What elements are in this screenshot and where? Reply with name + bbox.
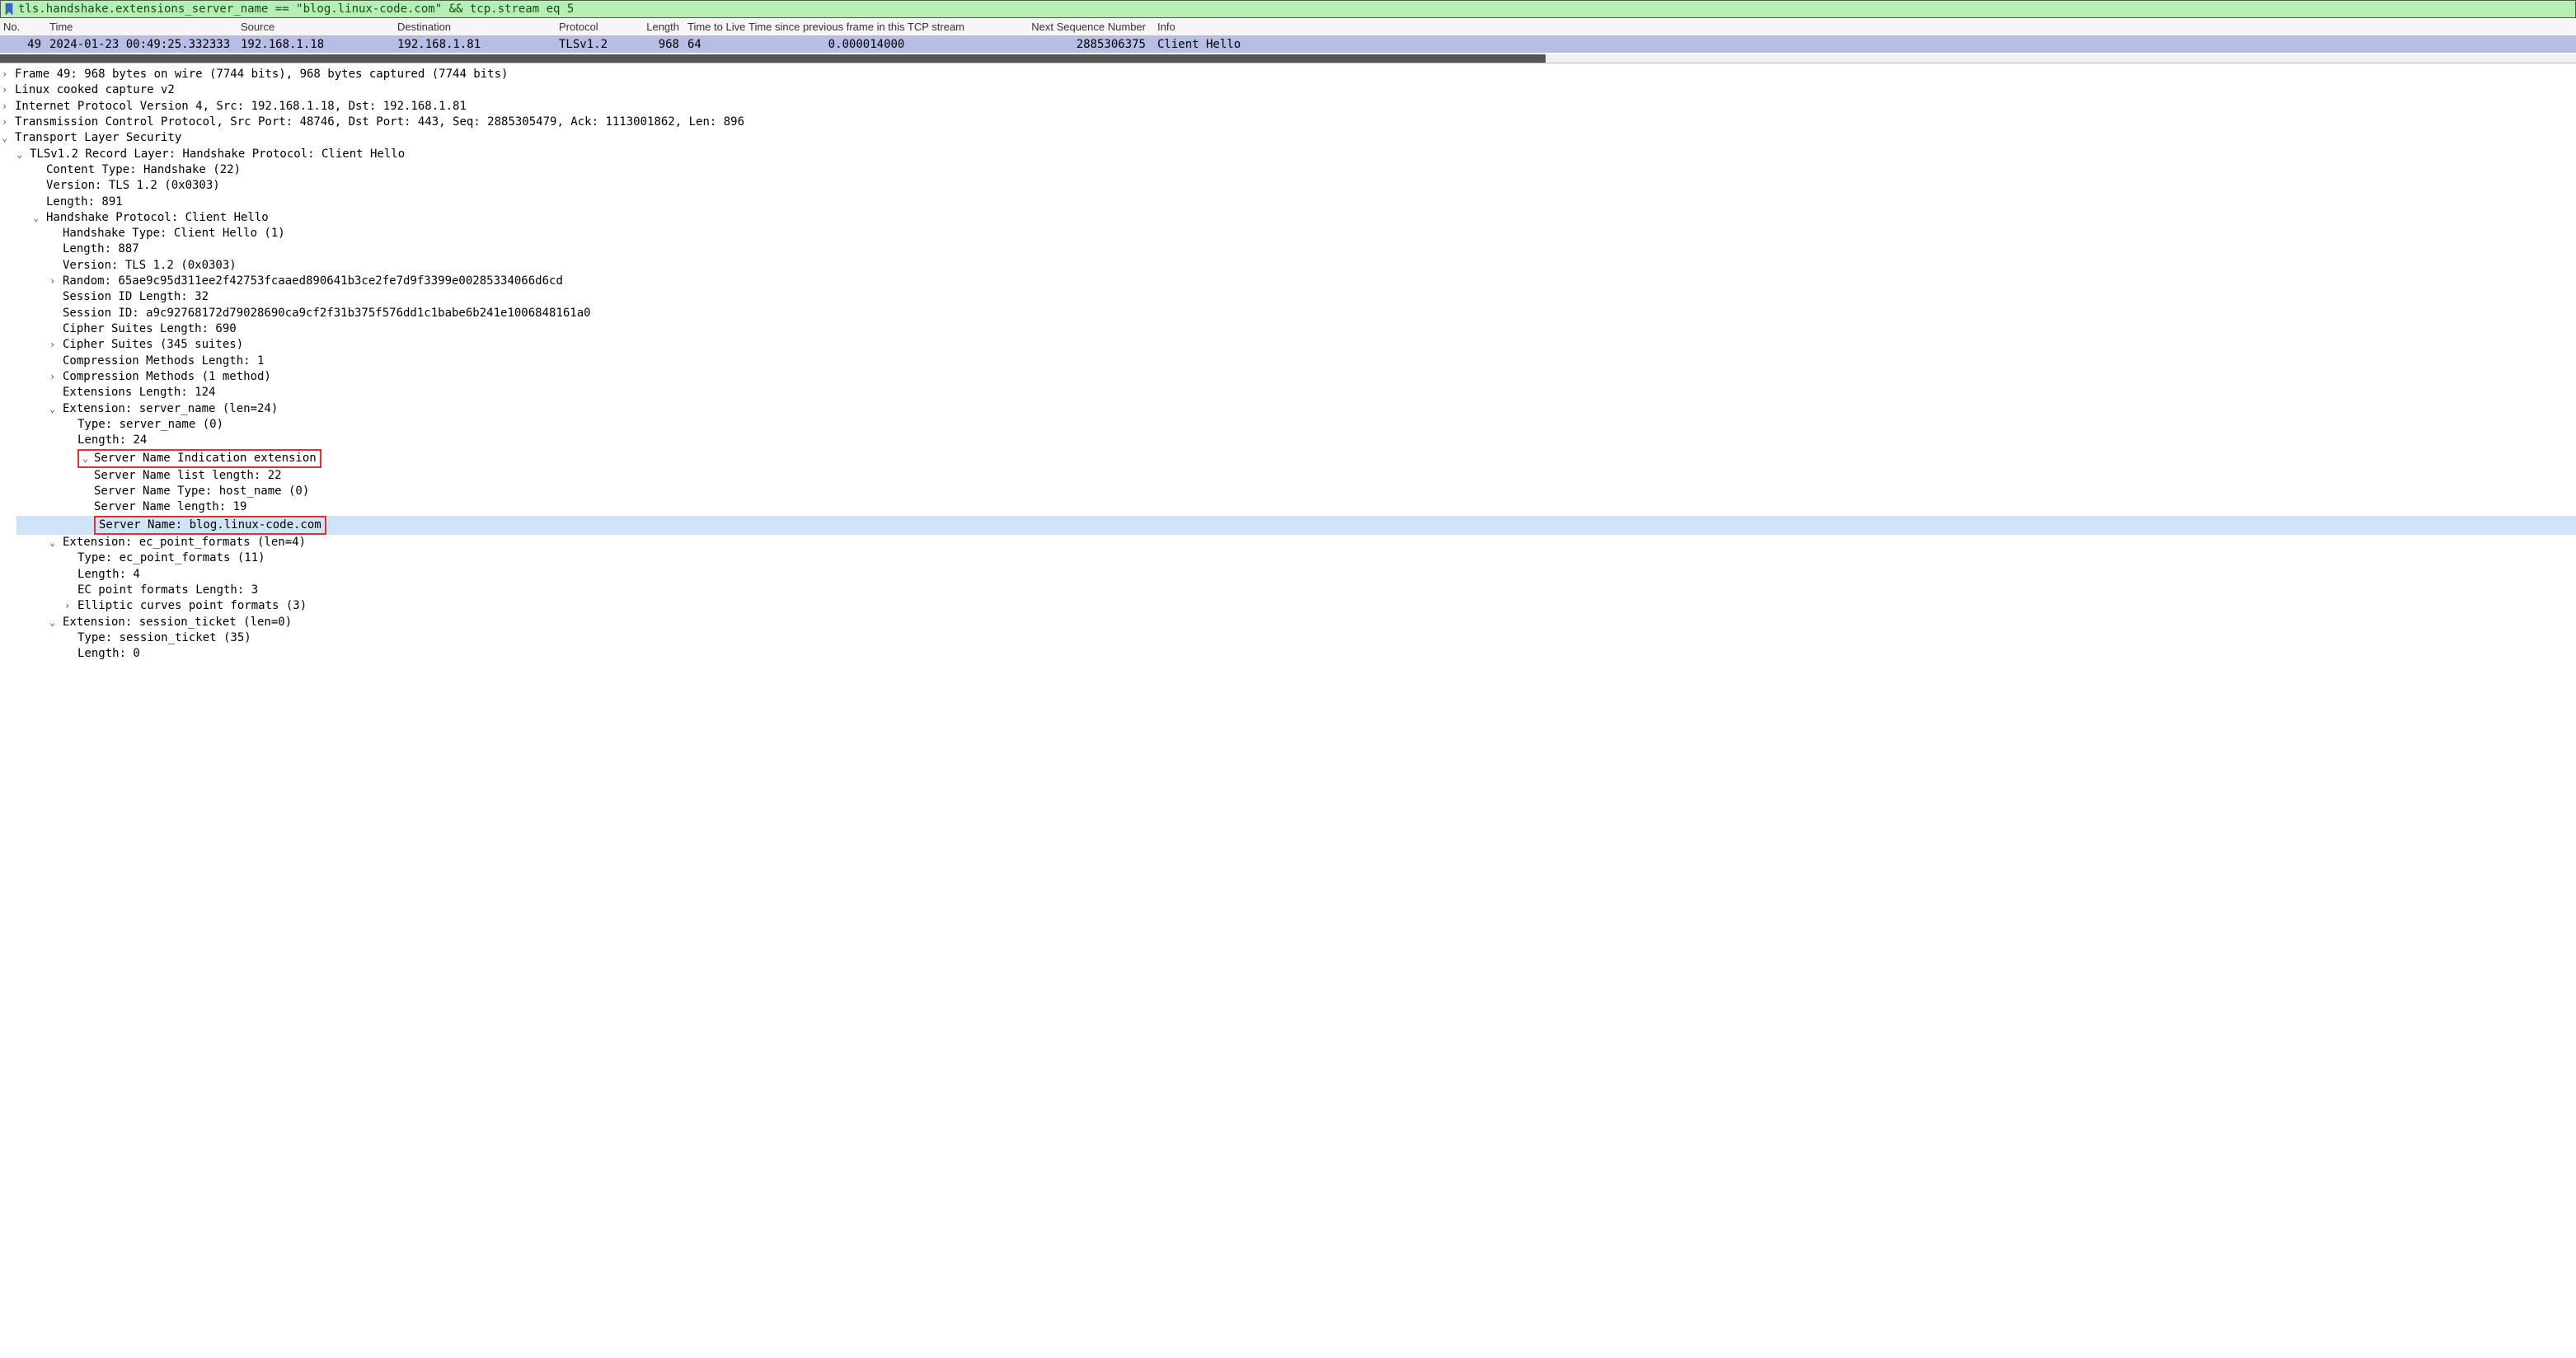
packet-row[interactable]: 49 2024-01-23 00:49:25.332333 192.168.1.…: [0, 36, 2576, 53]
ip-node[interactable]: ›Internet Protocol Version 4, Src: 192.1…: [0, 99, 2576, 115]
col-proto[interactable]: Protocol: [559, 21, 641, 33]
compression-methods[interactable]: ›Compression Methods (1 method): [0, 369, 2576, 385]
ec-len[interactable]: Length: 4: [0, 567, 2576, 583]
cooked-node[interactable]: ›Linux cooked capture v2: [0, 82, 2576, 98]
hs-label: Handshake Protocol: Client Hello: [46, 211, 269, 224]
sni-listlen[interactable]: Server Name list length: 22: [0, 468, 2576, 484]
col-dst[interactable]: Destination: [397, 21, 559, 33]
ticket-type[interactable]: Type: session_ticket (35): [0, 630, 2576, 646]
tcp-node[interactable]: ›Transmission Control Protocol, Src Port…: [0, 115, 2576, 130]
collapse-icon[interactable]: ⌄: [2, 131, 13, 145]
col-src[interactable]: Source: [241, 21, 397, 33]
record-label: TLSv1.2 Record Layer: Handshake Protocol…: [30, 148, 405, 161]
display-filter-input[interactable]: [18, 2, 2573, 16]
sni-length[interactable]: Length: 24: [0, 433, 2576, 448]
packet-details[interactable]: ›Frame 49: 968 bytes on wire (7744 bits)…: [0, 63, 2576, 663]
frame-node[interactable]: ›Frame 49: 968 bytes on wire (7744 bits)…: [0, 67, 2576, 82]
extlen[interactable]: Extensions Length: 124: [0, 385, 2576, 400]
col-seq[interactable]: Next Sequence Number: [984, 21, 1156, 33]
bookmark-icon: [3, 3, 15, 15]
display-filter-bar[interactable]: [0, 0, 2576, 18]
sni-nametype[interactable]: Server Name Type: host_name (0): [0, 484, 2576, 499]
cell-info: Client Hello: [1156, 38, 1255, 51]
tcp-label: Transmission Control Protocol, Src Port:…: [15, 115, 744, 129]
expand-icon[interactable]: ›: [49, 370, 61, 384]
packet-list-hscroll[interactable]: [0, 54, 2576, 63]
col-ttl[interactable]: Time to Live: [684, 21, 748, 33]
collapse-icon[interactable]: ⌄: [82, 452, 94, 466]
hs-length[interactable]: Length: 887: [0, 241, 2576, 257]
ticket-len[interactable]: Length: 0: [0, 646, 2576, 662]
tls-label: Transport Layer Security: [15, 131, 181, 144]
cell-seq: 2885306375: [984, 38, 1156, 51]
cell-delta: 0.000014000: [748, 38, 984, 51]
sni-name-row[interactable]: Server Name: blog.linux-code.com: [0, 516, 2576, 535]
ext-ec[interactable]: ⌄Extension: ec_point_formats (len=4): [0, 535, 2576, 550]
record-length[interactable]: Length: 891: [0, 194, 2576, 210]
ip-label: Internet Protocol Version 4, Src: 192.16…: [15, 100, 467, 113]
hs-version[interactable]: Version: TLS 1.2 (0x0303): [0, 258, 2576, 274]
cmlen[interactable]: Compression Methods Length: 1: [0, 354, 2576, 369]
collapse-icon[interactable]: ⌄: [49, 402, 61, 416]
frame-label: Frame 49: 968 bytes on wire (7744 bits),…: [15, 68, 508, 81]
sid[interactable]: Session ID: a9c92768172d79028690ca9cf2f3…: [0, 306, 2576, 321]
col-delta[interactable]: Time since previous frame in this TCP st…: [748, 21, 984, 33]
col-no[interactable]: No.: [0, 21, 49, 33]
ec-fmtlen[interactable]: EC point formats Length: 3: [0, 583, 2576, 598]
record-version[interactable]: Version: TLS 1.2 (0x0303): [0, 178, 2576, 194]
cell-proto: TLSv1.2: [559, 38, 641, 51]
col-time[interactable]: Time: [49, 21, 241, 33]
packet-list-header[interactable]: No. Time Source Destination Protocol Len…: [0, 18, 2576, 36]
cell-ttl: 64: [684, 38, 748, 51]
cell-len: 968: [641, 38, 684, 51]
handshake-node[interactable]: ⌄Handshake Protocol: Client Hello: [0, 210, 2576, 226]
scroll-thumb[interactable]: [0, 54, 1546, 63]
hs-type[interactable]: Handshake Type: Client Hello (1): [0, 226, 2576, 241]
expand-icon[interactable]: ›: [2, 83, 13, 97]
cslen[interactable]: Cipher Suites Length: 690: [0, 321, 2576, 337]
collapse-icon[interactable]: ⌄: [33, 211, 45, 225]
content-type[interactable]: Content Type: Handshake (22): [0, 162, 2576, 178]
sni-type[interactable]: Type: server_name (0): [0, 417, 2576, 433]
ec-curves[interactable]: ›Elliptic curves point formats (3): [0, 598, 2576, 614]
col-info[interactable]: Info: [1156, 21, 1255, 33]
sni-indication[interactable]: ⌄Server Name Indication extension: [0, 449, 2576, 468]
sni-namelen[interactable]: Server Name length: 19: [0, 499, 2576, 515]
expand-icon[interactable]: ›: [49, 338, 61, 352]
expand-icon[interactable]: ›: [2, 68, 13, 82]
collapse-icon[interactable]: ⌄: [16, 148, 28, 162]
cell-time: 2024-01-23 00:49:25.332333: [49, 38, 241, 51]
ext-ticket[interactable]: ⌄Extension: session_ticket (len=0): [0, 615, 2576, 630]
expand-icon[interactable]: ›: [2, 115, 13, 129]
sidlen[interactable]: Session ID Length: 32: [0, 289, 2576, 305]
ext-sni[interactable]: ⌄Extension: server_name (len=24): [0, 401, 2576, 417]
ec-type[interactable]: Type: ec_point_formats (11): [0, 550, 2576, 566]
cipher-suites[interactable]: ›Cipher Suites (345 suites): [0, 337, 2576, 353]
tls-node[interactable]: ⌄Transport Layer Security: [0, 130, 2576, 146]
cell-no: 49: [0, 38, 49, 51]
expand-icon[interactable]: ›: [2, 100, 13, 114]
sni-name: Server Name: blog.linux-code.com: [99, 518, 321, 531]
random-node[interactable]: ›Random: 65ae9c95d311ee2f42753fcaaed8906…: [0, 274, 2576, 289]
collapse-icon[interactable]: ⌄: [49, 536, 61, 550]
tls-record-node[interactable]: ⌄TLSv1.2 Record Layer: Handshake Protoco…: [0, 147, 2576, 162]
cell-dst: 192.168.1.81: [397, 38, 559, 51]
expand-icon[interactable]: ›: [49, 274, 61, 288]
expand-icon[interactable]: ›: [64, 599, 76, 613]
cell-src: 192.168.1.18: [241, 38, 397, 51]
col-len[interactable]: Length: [641, 21, 684, 33]
collapse-icon[interactable]: ⌄: [49, 616, 61, 630]
cooked-label: Linux cooked capture v2: [15, 83, 175, 96]
